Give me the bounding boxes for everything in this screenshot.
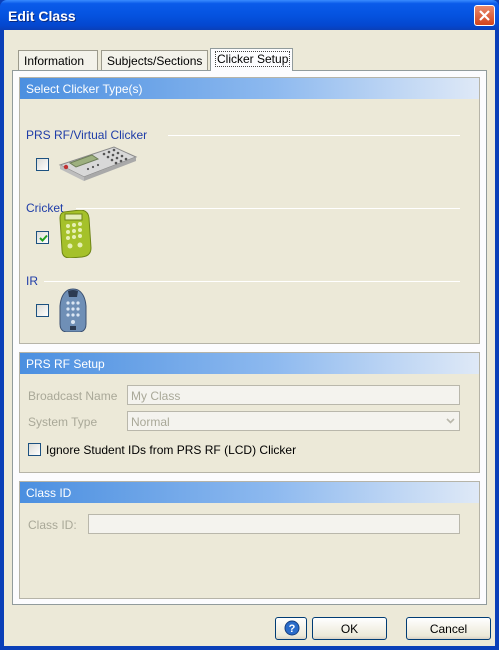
system-type-select[interactable]: Normal	[127, 411, 460, 431]
close-button[interactable]	[474, 5, 495, 26]
broadcast-name-field[interactable]: My Class	[127, 385, 460, 405]
dialog-body: Information Subjects/Sections Clicker Se…	[4, 30, 495, 646]
clicker-type-header: Select Clicker Type(s)	[20, 78, 479, 99]
window-title: Edit Class	[8, 8, 76, 24]
cancel-button[interactable]: Cancel	[406, 617, 491, 640]
tab-information[interactable]: Information	[18, 50, 98, 70]
clicker-setup-panel: Select Clicker Type(s) PRS RF/Virtual Cl…	[12, 70, 487, 605]
divider	[76, 208, 460, 209]
clicker-type-group: Select Clicker Type(s) PRS RF/Virtual Cl…	[19, 77, 480, 344]
lcd-clicker-icon	[58, 143, 138, 186]
cricket-clicker-icon	[58, 209, 92, 261]
ir-subheading: IR	[26, 274, 38, 288]
checkmark-icon	[39, 234, 48, 242]
cricket-checkbox[interactable]	[36, 231, 49, 244]
broadcast-name-value: My Class	[131, 389, 181, 403]
tab-subjects-sections[interactable]: Subjects/Sections	[101, 50, 208, 70]
tab-subjects-sections-label: Subjects/Sections	[107, 54, 203, 68]
ir-clicker-icon	[58, 288, 88, 335]
prs-rf-setup-header: PRS RF Setup	[20, 353, 479, 374]
class-id-group: Class ID Class ID:	[19, 481, 480, 599]
tab-information-label: Information	[24, 54, 85, 68]
prs-rf-setup-group: PRS RF Setup Broadcast Name My Class Sys…	[19, 352, 480, 473]
system-type-label: System Type	[28, 415, 98, 429]
prs-rf-checkbox[interactable]	[36, 158, 49, 171]
chevron-down-icon	[442, 412, 459, 430]
ir-checkbox[interactable]	[36, 304, 49, 317]
close-icon	[479, 10, 490, 21]
edit-class-window: Edit Class Information Subjects/Sections…	[0, 0, 499, 650]
svg-text:?: ?	[289, 623, 296, 635]
class-id-field[interactable]	[88, 514, 460, 534]
title-bar[interactable]: Edit Class	[0, 0, 499, 30]
divider	[168, 135, 460, 136]
system-type-value: Normal	[131, 415, 170, 429]
ignore-student-ids-label[interactable]: Ignore Student IDs from PRS RF (LCD) Cli…	[46, 443, 296, 457]
tab-clicker-setup[interactable]: Clicker Setup	[210, 48, 293, 71]
class-id-label: Class ID:	[28, 518, 77, 532]
ok-button[interactable]: OK	[312, 617, 387, 640]
prs-rf-subheading: PRS RF/Virtual Clicker	[26, 128, 148, 142]
divider	[44, 281, 460, 282]
ignore-student-ids-checkbox[interactable]	[28, 443, 41, 456]
help-icon: ?	[284, 620, 300, 636]
tab-clicker-setup-label: Clicker Setup	[214, 51, 291, 67]
help-button[interactable]: ?	[275, 617, 307, 640]
broadcast-name-label: Broadcast Name	[28, 389, 118, 403]
class-id-header: Class ID	[20, 482, 479, 503]
